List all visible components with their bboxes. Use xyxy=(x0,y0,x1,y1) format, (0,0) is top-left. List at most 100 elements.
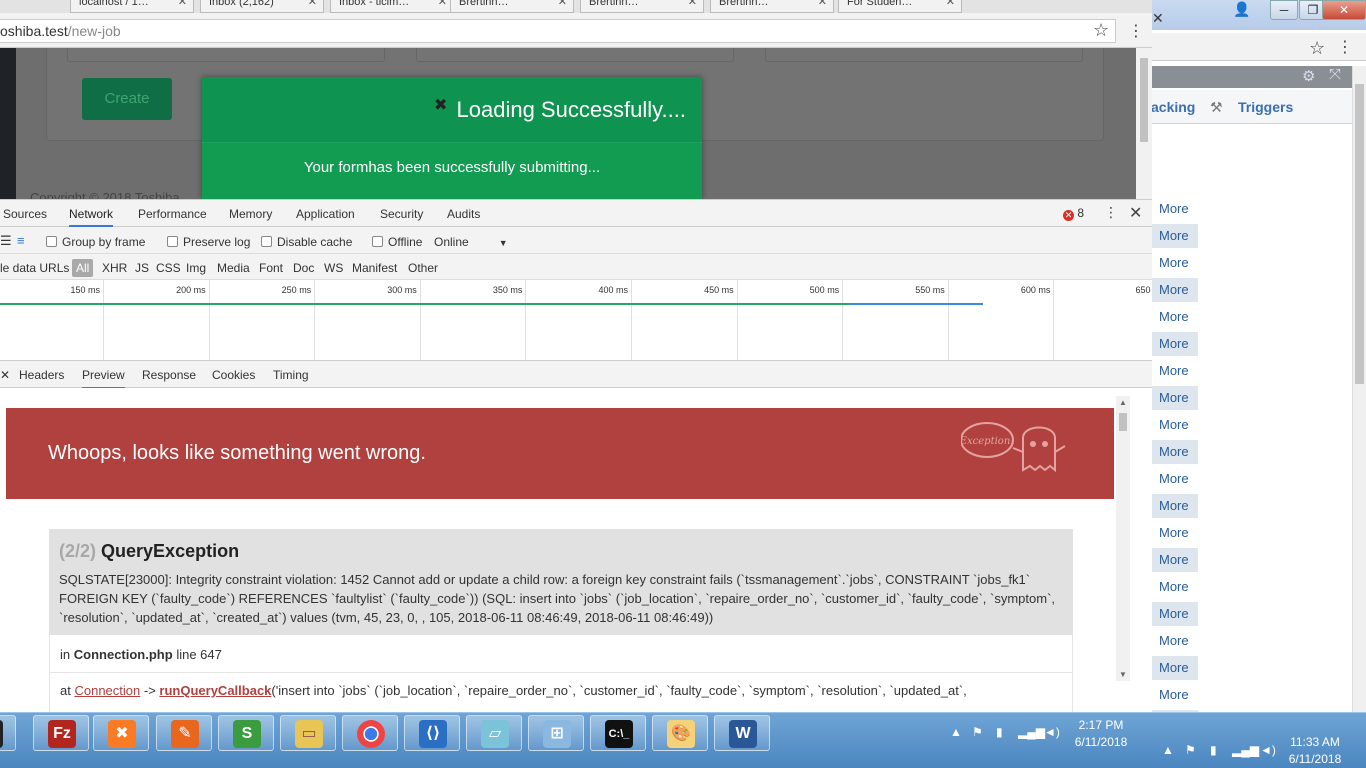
bookmark-star-icon[interactable]: ☆ xyxy=(1309,38,1325,59)
chrome-menu-icon[interactable]: ⋮ xyxy=(1128,21,1144,41)
network-timeline[interactable]: 150 ms 200 ms 250 ms 300 ms 350 ms 400 ms 450 … xyxy=(0,280,1152,361)
close-icon[interactable]: ✕ xyxy=(178,0,187,12)
preserve-log-checkbox[interactable]: Preserve log xyxy=(167,235,250,249)
taskbar-app-filezilla[interactable]: Fz xyxy=(33,715,89,751)
taskbar-app-tool[interactable]: ✎ xyxy=(156,715,212,751)
filter-manifest[interactable]: Manifest xyxy=(352,261,397,275)
tray-chevron-icon-2[interactable]: ▲ xyxy=(1162,743,1174,757)
more-link[interactable]: More xyxy=(1152,197,1198,221)
form-field-3[interactable] xyxy=(765,48,1083,62)
more-link[interactable]: More xyxy=(1152,386,1198,410)
filter-ws[interactable]: WS xyxy=(324,261,343,275)
taskbar-app-remote[interactable]: ⊞ xyxy=(528,715,584,751)
at-method-link[interactable]: runQueryCallback xyxy=(159,683,271,698)
clock-primary[interactable]: 2:17 PM 6/11/2018 xyxy=(1068,717,1134,751)
at-class-link[interactable]: Connection xyxy=(74,683,140,698)
tab-network[interactable]: Network xyxy=(69,207,114,227)
tray-chevron-icon[interactable]: ▲ xyxy=(950,725,962,739)
battery-icon-2[interactable]: ▮ xyxy=(1210,743,1217,757)
action-center-icon-2[interactable]: ⚑ xyxy=(1185,743,1196,757)
hide-data-urls-label[interactable]: le data URLs xyxy=(0,261,69,275)
list-view-icon[interactable]: ☰ xyxy=(0,233,12,249)
gear-icon[interactable]: ⚙ xyxy=(1302,67,1315,85)
offline-checkbox[interactable]: Offline xyxy=(372,235,422,249)
network-icon-2[interactable]: ▂▄▆ xyxy=(1232,743,1259,757)
group-by-frame-checkbox[interactable]: Group by frame xyxy=(46,235,145,249)
taskbar-app-snagit[interactable]: S xyxy=(218,715,274,751)
browser-tab[interactable]: Inbox - ticim… ✕ xyxy=(330,0,454,13)
close-icon[interactable]: ✕ xyxy=(688,0,697,12)
tab-application[interactable]: Application xyxy=(296,207,355,221)
modal-close-icon[interactable]: ✖ xyxy=(434,95,447,115)
scroll-down-icon[interactable]: ▼ xyxy=(1119,670,1127,679)
tab-sources[interactable]: Sources xyxy=(3,207,47,221)
more-link[interactable]: More xyxy=(1152,251,1198,275)
devtools-menu-icon[interactable]: ⋮ xyxy=(1104,204,1118,221)
filter-js[interactable]: JS xyxy=(135,261,149,275)
address-bar[interactable]: oshiba.test/new-job xyxy=(0,19,1116,43)
page-scrollbar[interactable] xyxy=(1136,48,1152,199)
taskbar-app-chrome[interactable] xyxy=(342,715,398,751)
taskbar-app-word[interactable]: W xyxy=(714,715,770,751)
filter-all[interactable]: All xyxy=(72,259,94,277)
close-icon[interactable]: ✕ xyxy=(946,0,955,12)
error-counter[interactable]: ✕ 8 xyxy=(1063,206,1084,221)
close-window-button[interactable]: ✕ xyxy=(1322,0,1366,20)
tab-tracking[interactable]: acking xyxy=(1151,99,1195,115)
close-icon[interactable]: ✕ xyxy=(558,0,567,12)
form-field-1[interactable] xyxy=(67,48,385,62)
more-link[interactable]: More xyxy=(1152,359,1198,383)
filter-font[interactable]: Font xyxy=(259,261,283,275)
tab-audits[interactable]: Audits xyxy=(447,207,480,221)
disable-cache-checkbox[interactable]: Disable cache xyxy=(261,235,352,249)
more-link[interactable]: More xyxy=(1152,305,1198,329)
taskbar-app-paint[interactable]: 🎨 xyxy=(652,715,708,751)
tab-response[interactable]: Response xyxy=(142,368,196,382)
more-link[interactable]: More xyxy=(1152,656,1198,680)
close-icon[interactable]: ✕ xyxy=(438,0,447,12)
tab-memory[interactable]: Memory xyxy=(229,207,272,221)
tab-headers[interactable]: Headers xyxy=(19,368,64,382)
more-link[interactable]: More xyxy=(1152,521,1198,545)
network-icon[interactable]: ▂▄▆ xyxy=(1018,725,1045,739)
taskbar-app-explorer[interactable]: ▭ xyxy=(280,715,336,751)
scroll-up-icon[interactable]: ▲ xyxy=(1119,398,1127,407)
background-scrollbar[interactable] xyxy=(1352,66,1366,712)
more-link[interactable]: More xyxy=(1152,467,1198,491)
tab-timing[interactable]: Timing xyxy=(273,368,309,382)
more-link[interactable]: More xyxy=(1152,602,1198,626)
tab-preview[interactable]: Preview xyxy=(82,368,125,389)
menu-dots-icon[interactable]: ⋮ xyxy=(1337,37,1353,57)
minimize-button[interactable]: ─ xyxy=(1270,0,1298,20)
filter-xhr[interactable]: XHR xyxy=(102,261,127,275)
browser-tab[interactable]: For Studen… ✕ xyxy=(838,0,962,13)
form-field-2[interactable] xyxy=(416,48,734,62)
filter-doc[interactable]: Doc xyxy=(293,261,314,275)
action-center-icon[interactable]: ⚑ xyxy=(972,725,983,739)
collapse-icon[interactable]: ⤧ xyxy=(1329,66,1341,83)
browser-tab[interactable]: Brertinn… ✕ xyxy=(710,0,834,13)
tab-security[interactable]: Security xyxy=(380,207,423,221)
more-link[interactable]: More xyxy=(1152,224,1198,248)
more-link[interactable]: More xyxy=(1152,548,1198,572)
filter-media[interactable]: Media xyxy=(217,261,250,275)
browser-tab[interactable]: Brertinn… ✕ xyxy=(450,0,574,13)
more-link[interactable]: More xyxy=(1152,413,1198,437)
tab-cookies[interactable]: Cookies xyxy=(212,368,255,382)
browser-tab[interactable]: Brertinn… ✕ xyxy=(580,0,704,13)
background-address-bar[interactable]: ☆ ⋮ xyxy=(1152,33,1366,61)
more-link[interactable]: More xyxy=(1152,494,1198,518)
browser-tab[interactable]: Inbox (2,162) ✕ xyxy=(200,0,324,13)
browser-tab[interactable]: localhost / 1… ✕ xyxy=(70,0,194,13)
tab-triggers[interactable]: Triggers xyxy=(1238,99,1293,115)
more-link[interactable]: More xyxy=(1152,278,1198,302)
filter-img[interactable]: Img xyxy=(186,261,206,275)
taskbar-app-vscode[interactable]: ⟨⟩ xyxy=(404,715,460,751)
volume-icon[interactable]: ◄) xyxy=(1044,725,1060,739)
battery-icon[interactable]: ▮ xyxy=(996,725,1003,739)
taskbar-app-notes[interactable]: ▱ xyxy=(466,715,522,751)
more-link[interactable]: More xyxy=(1152,575,1198,599)
filter-css[interactable]: CSS xyxy=(156,261,181,275)
bookmark-star-icon[interactable]: ☆ xyxy=(1093,20,1109,41)
close-detail-icon[interactable]: ✕ xyxy=(0,368,10,382)
